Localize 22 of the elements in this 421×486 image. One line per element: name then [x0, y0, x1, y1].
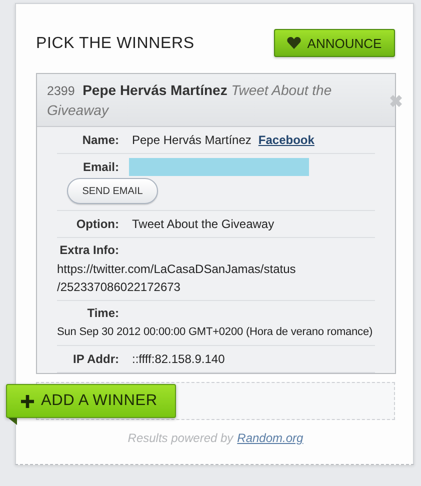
- field-label: Extra Info:: [58, 243, 119, 257]
- field-label: Name:: [81, 133, 119, 147]
- random-org-link[interactable]: Random.org: [237, 431, 304, 445]
- field-value: /252337086022172673: [57, 279, 182, 296]
- field-label: Option:: [75, 217, 119, 231]
- field-value: Tweet About the Giveaway: [132, 217, 274, 231]
- winner-summary: 2399 Pepe Hervás Martínez Tweet About the Giveaway: [47, 81, 333, 120]
- field-label: IP Addr:: [72, 352, 119, 366]
- field-value: https://twitter.com/LaCasaDSanJamas/status: [57, 261, 297, 278]
- facebook-link[interactable]: Facebook: [258, 133, 314, 147]
- add-winner-button[interactable]: ADD A WINNER: [6, 384, 176, 418]
- field-label: Email:: [82, 160, 119, 174]
- footer-text: Results powered by: [128, 431, 234, 445]
- announce-button[interactable]: ANNOUNCE: [274, 29, 395, 57]
- field-value: Pepe Hervás Martínez: [132, 133, 252, 147]
- send-email-button[interactable]: SEND EMAIL: [67, 178, 158, 204]
- field-value: Sun Sep 30 2012 00:00:00 GMT+0200 (Hora de verano romance): [57, 325, 374, 340]
- plus-icon: [21, 394, 34, 408]
- section-title: PICK THE WINNERS: [36, 35, 194, 53]
- field-value: ::ffff:82.158.9.140: [132, 352, 225, 366]
- heart-icon: [287, 37, 302, 49]
- field-label: Time:: [86, 306, 119, 320]
